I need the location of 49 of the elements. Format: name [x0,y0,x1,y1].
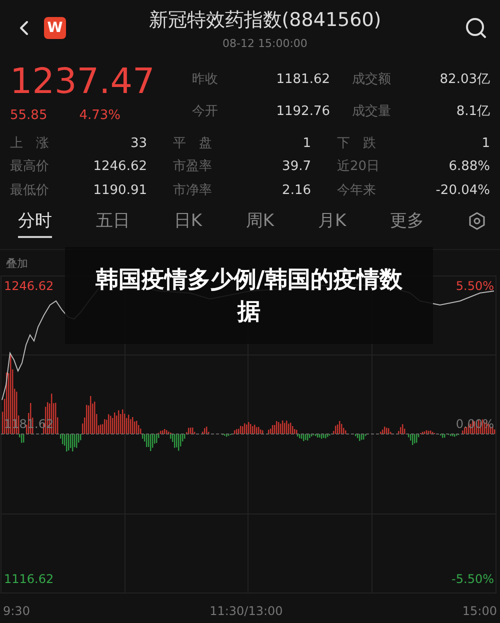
stat-label: 今开 [192,102,218,120]
time-label: 15:00 [462,602,497,620]
stat-value: 82.03亿 [440,71,490,89]
axis-label: -5.50% [452,570,494,588]
stat-label: 近20日 [337,158,380,176]
stat-value: 1246.62 [93,158,147,176]
stat-value: 8.1亿 [456,102,490,120]
stat-value: 6.88% [448,158,490,176]
stat-value: 1 [482,134,490,152]
chart-tab[interactable]: 日K [174,210,202,238]
chart-tab[interactable]: 更多 [390,210,424,238]
stat-value: 1190.91 [93,182,147,200]
current-price: 1237.47 [10,62,156,102]
time-label: 11:30/13:00 [210,602,283,620]
price-change: 55.85 [10,107,48,125]
axis-label: 1116.62 [4,570,54,588]
axis-label: 5.50% [456,278,494,294]
stat-label: 市盈率 [173,158,212,176]
stat-label: 最高价 [10,158,49,176]
stat-value: 1192.76 [276,102,330,120]
chart-tab[interactable]: 月K [318,210,346,238]
stat-label: 今年来 [337,182,376,200]
overlay-label: 叠加 [5,256,29,272]
stat-label: 市净率 [173,182,212,200]
stat-value: 33 [130,134,147,152]
stat-value: 39.7 [282,158,311,176]
index-title: 新冠特效药指数(8841560) [148,8,382,32]
stat-label: 最低价 [10,182,49,200]
time-label: 9:30 [3,602,30,620]
stat-value: 2.16 [282,182,311,200]
app-logo: W [44,17,66,39]
stat-label: 昨收 [192,71,218,89]
stat-label: 平 盘 [173,134,212,152]
headline-text: 韩国疫情多少例/韩国的疫情数据 [94,266,404,326]
settings-icon[interactable] [468,212,486,230]
stat-label: 下 跌 [337,134,376,152]
stat-value: 1 [302,134,311,152]
chart-tab[interactable]: 五日 [96,210,130,238]
search-icon[interactable] [464,16,488,40]
axis-label: 1246.62 [4,278,54,294]
percent-change: 4.73% [79,107,121,125]
timestamp: 08-12 15:00:00 [222,36,308,52]
stat-label: 成交量 [352,102,391,120]
stat-value: 1181.62 [276,71,330,89]
stat-label: 成交额 [352,71,391,89]
stat-label: 上 涨 [10,134,49,152]
chart-tab[interactable]: 周K [246,210,274,238]
stat-value: -20.04% [436,182,490,200]
chart-tab[interactable]: 分时 [18,210,52,238]
